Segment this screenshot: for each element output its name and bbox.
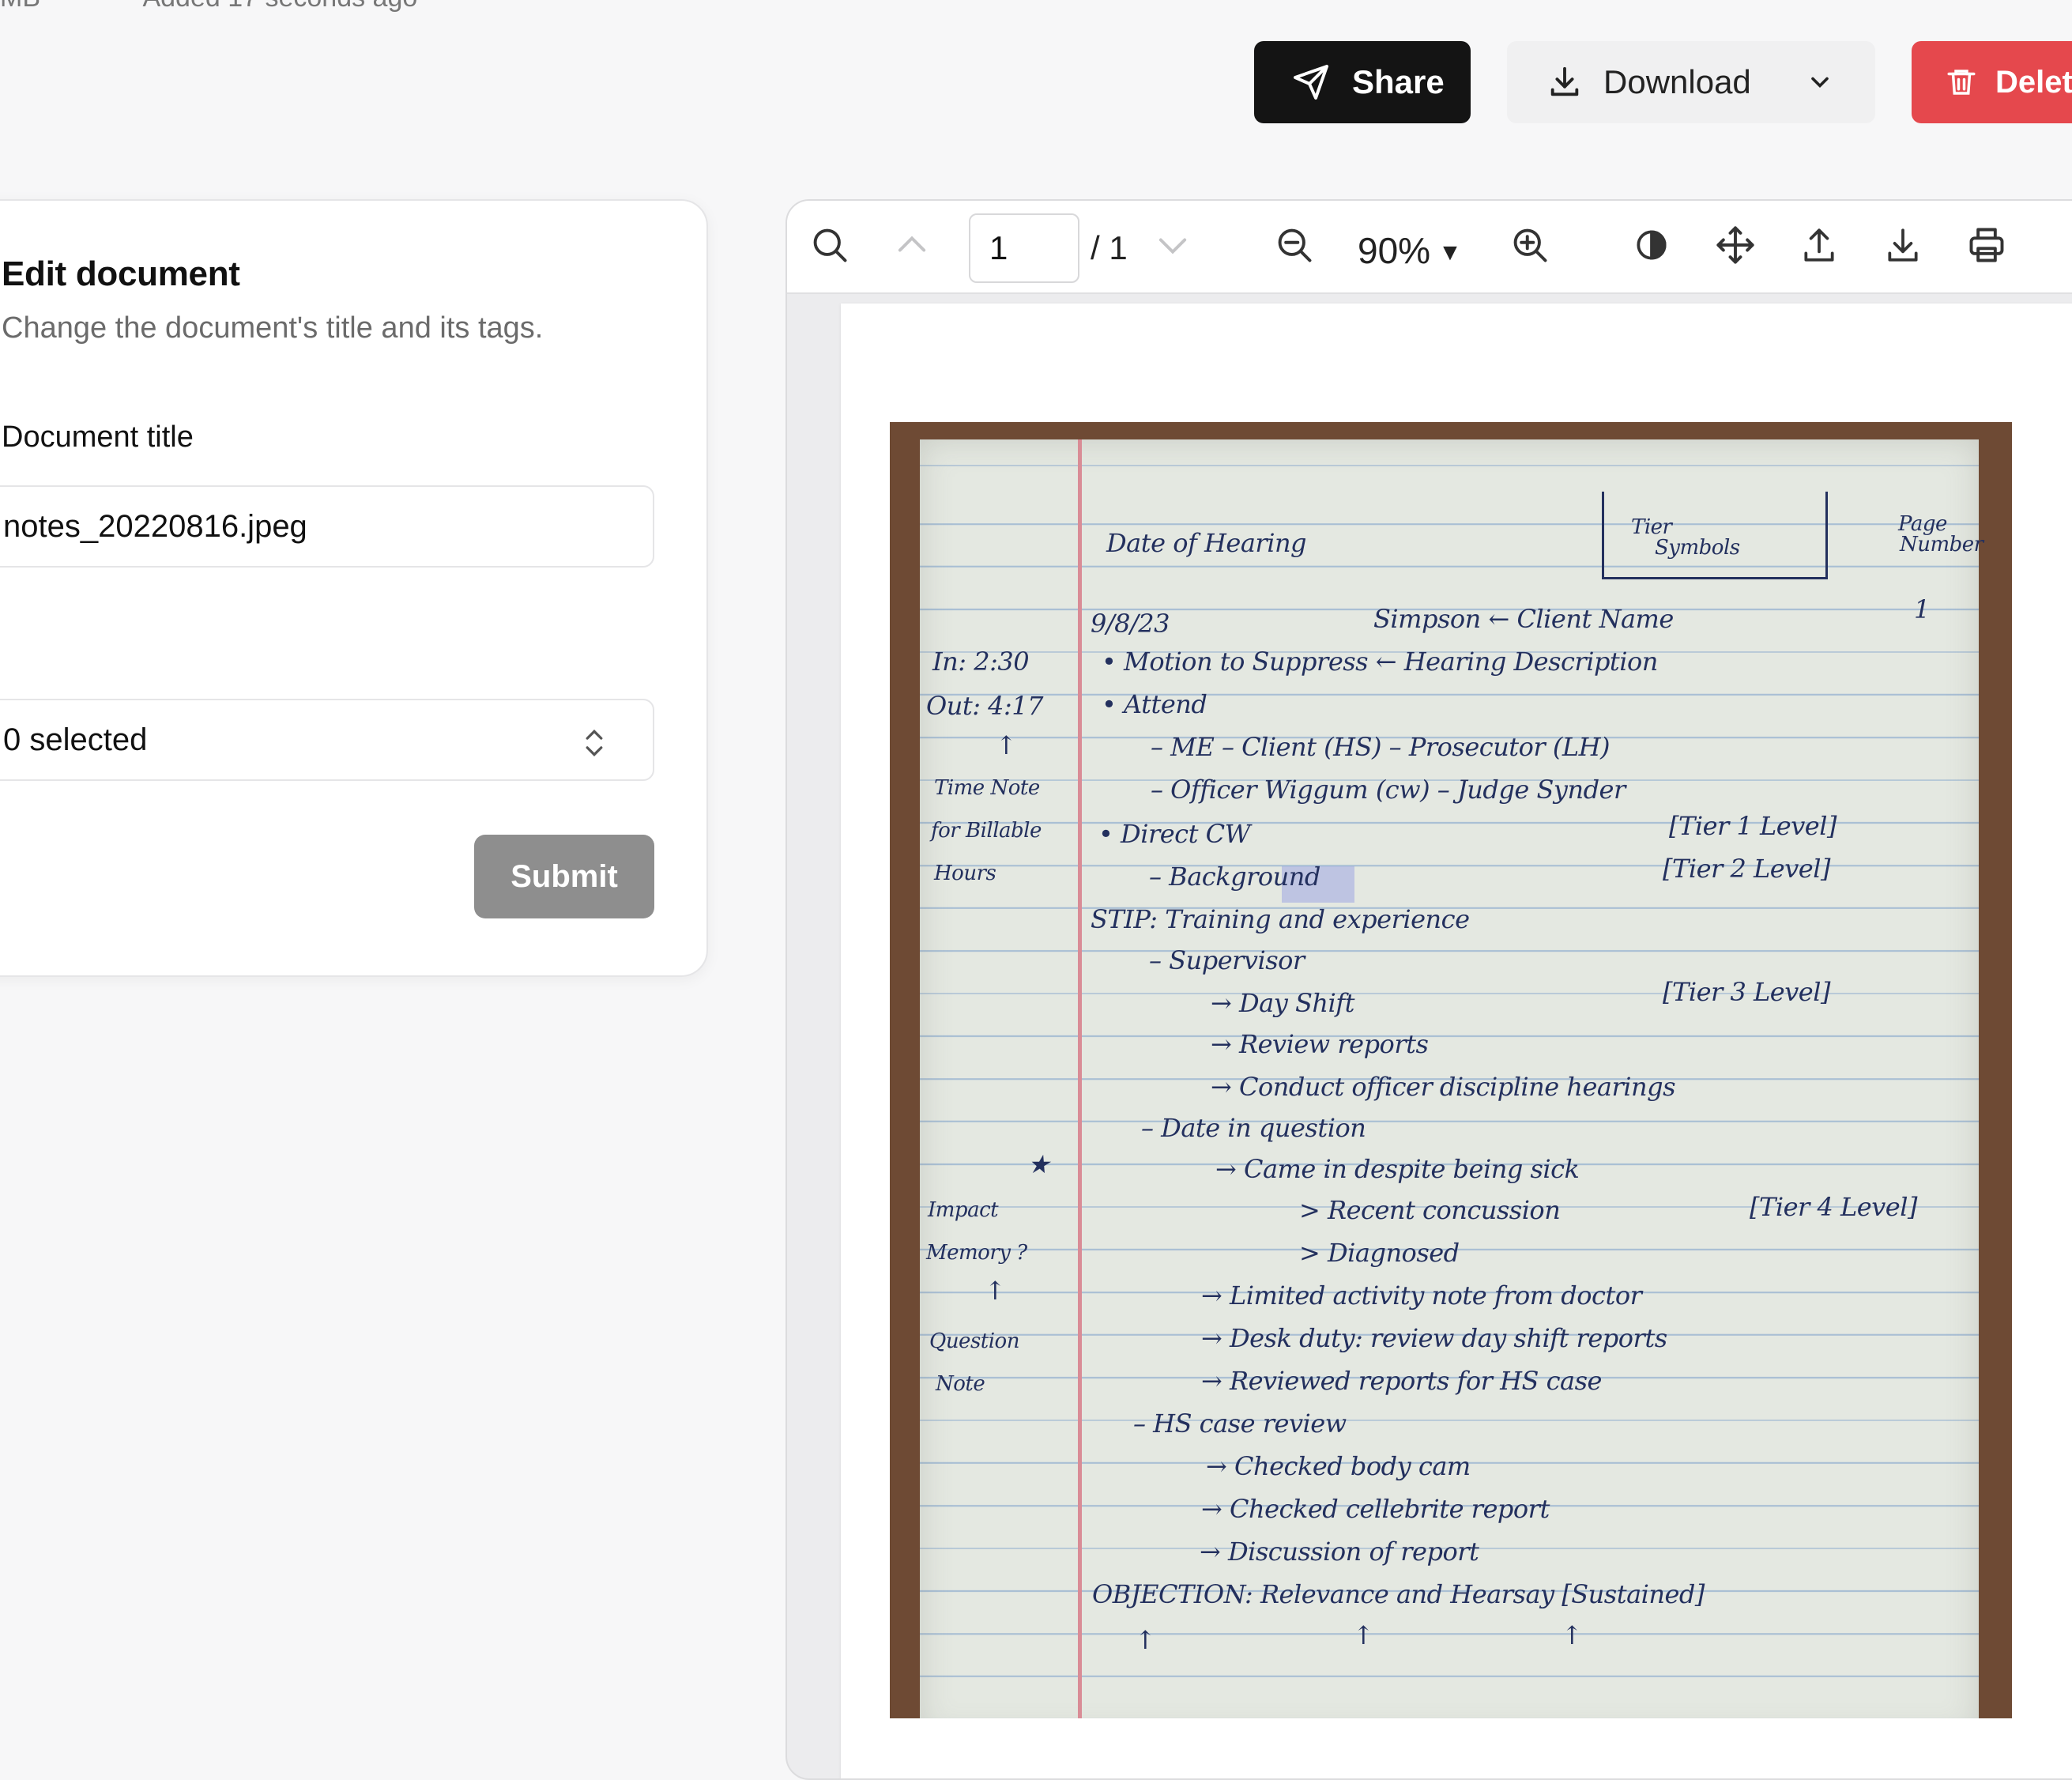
card-title: Edit document [2, 255, 240, 293]
download-button[interactable]: Download [1507, 41, 1875, 123]
note-day-shift: → Day Shift [1211, 988, 1354, 1018]
note-time-out: Out: 4:17 [926, 691, 1044, 721]
note-up-arrow-3: ↑ [1135, 1625, 1156, 1655]
note-limited: → Limited activity note from doctor [1201, 1280, 1642, 1310]
note-cellebrite: → Checked cellebrite report [1201, 1494, 1550, 1524]
note-time-note-1: Time Note [934, 776, 1040, 800]
document-page: Date of Hearing Tier Symbols Page Number… [841, 304, 2072, 1778]
note-reviewed: → Reviewed reports for HS case [1201, 1366, 1602, 1396]
page-total: / 1 [1091, 229, 1128, 266]
chevron-up-icon[interactable] [888, 221, 936, 269]
trash-icon [1947, 70, 1976, 95]
search-icon[interactable] [806, 221, 853, 269]
chevron-down-icon[interactable] [1149, 221, 1196, 269]
meta-left: MB [0, 0, 40, 13]
note-date-in-question: – Date in question [1141, 1113, 1366, 1143]
note-stip: STIP: Training and experience [1091, 904, 1470, 934]
document-viewer: / 1 90% ▼ [785, 199, 2072, 1780]
title-label: Document title [2, 420, 194, 454]
document-meta: MB Added 17 seconds ago [0, 0, 417, 13]
print-icon[interactable] [1963, 221, 2010, 269]
document-photo: Date of Hearing Tier Symbols Page Number… [890, 422, 2012, 1718]
delete-label: Delete [1995, 64, 2072, 100]
note-review-reports: → Review reports [1211, 1029, 1429, 1059]
note-hs-review: – HS case review [1133, 1409, 1347, 1439]
note-background: – Background [1149, 862, 1320, 892]
tags-select[interactable]: 0 selected [0, 699, 654, 781]
download-label: Download [1603, 63, 1751, 100]
share-label: Share [1352, 63, 1445, 100]
send-icon [1294, 65, 1328, 100]
note-body-cam: → Checked body cam [1206, 1451, 1471, 1481]
note-page-no: 1 [1914, 594, 1930, 624]
note-date-of-hearing: Date of Hearing [1106, 528, 1307, 558]
title-input[interactable] [0, 485, 654, 568]
move-icon[interactable] [1712, 221, 1759, 269]
note-conduct: → Conduct officer discipline hearings [1211, 1072, 1676, 1102]
note-client: Simpson ← Client Name [1373, 604, 1674, 634]
note-direct: • Direct CW [1098, 819, 1251, 849]
viewer-toolbar: / 1 90% ▼ [787, 201, 2072, 294]
edit-document-card: Edit document Change the document's titl… [0, 199, 708, 977]
note-up-arrow-4: ↑ [1353, 1620, 1374, 1650]
note-time-note-2: for Billable [931, 819, 1042, 843]
share-button[interactable]: Share [1254, 41, 1471, 123]
note-supervisor: – Supervisor [1149, 945, 1305, 975]
card-description: Change the document's title and its tags… [2, 311, 544, 345]
delete-button[interactable]: Delete [1912, 41, 2072, 123]
rotate-icon[interactable] [1628, 221, 1675, 269]
note-motion: • Motion to Suppress ← Hearing Descripti… [1102, 647, 1658, 677]
note-date: 9/8/23 [1091, 609, 1170, 639]
note-tier1: [Tier 1 Level] [1669, 811, 1837, 841]
note-question-2: Note [936, 1372, 985, 1396]
note-desk: → Desk duty: review day shift reports [1201, 1323, 1667, 1353]
note-page-number-2: Number [1900, 533, 1983, 556]
chevron-down-icon[interactable] [1806, 68, 1834, 96]
note-attend: • Attend [1102, 689, 1207, 719]
note-question-1: Question [929, 1329, 1019, 1353]
note-star-icon: ★ [1027, 1149, 1050, 1179]
note-tier4: [Tier 4 Level] [1750, 1192, 1917, 1222]
note-up-arrow-2: ↑ [985, 1276, 1006, 1306]
note-up-arrow-1: ↑ [996, 730, 1017, 760]
zoom-level-select[interactable]: 90% ▼ [1358, 229, 1462, 272]
note-impact-1: Impact [928, 1198, 999, 1222]
note-objection: OBJECTION: Relevance and Hearsay [Sustai… [1092, 1579, 1705, 1609]
submit-button[interactable]: Submit [474, 835, 654, 918]
upload-icon[interactable] [1795, 221, 1843, 269]
note-time-in: In: 2:30 [932, 647, 1030, 677]
note-time-note-3: Hours [934, 862, 996, 885]
note-tier3: [Tier 3 Level] [1663, 977, 1830, 1007]
zoom-level-value: 90% [1358, 230, 1431, 271]
note-impact-2: Memory ? [926, 1241, 1027, 1265]
note-came-in: → Came in despite being sick [1215, 1154, 1580, 1184]
document-actions: Share Download Delete [1254, 41, 2072, 123]
note-tier2: [Tier 2 Level] [1663, 854, 1830, 884]
lined-paper: Date of Hearing Tier Symbols Page Number… [920, 439, 1983, 1718]
note-up-arrow-5: ↑ [1562, 1620, 1583, 1650]
added-timestamp: Added 17 seconds ago [142, 0, 417, 13]
note-recent: > Recent concussion [1299, 1195, 1561, 1225]
zoom-out-icon[interactable] [1271, 221, 1318, 269]
note-tier-symbols-2: Symbols [1655, 536, 1740, 560]
save-icon[interactable] [1879, 221, 1927, 269]
zoom-in-icon[interactable] [1506, 221, 1554, 269]
download-icon [1550, 66, 1579, 96]
updown-icon [586, 730, 603, 756]
note-attendees-1: – ME – Client (HS) – Prosecutor (LH) [1151, 732, 1611, 762]
page-number-input[interactable] [969, 213, 1079, 283]
note-attendees-2: – Officer Wiggum (cw) – Judge Synder [1151, 775, 1626, 805]
note-discussion: → Discussion of report [1200, 1537, 1479, 1567]
caret-down-icon: ▼ [1438, 239, 1462, 266]
tags-select-value: 0 selected [3, 722, 148, 757]
note-diagnosed: > Diagnosed [1299, 1238, 1460, 1268]
margin-rule [1078, 439, 1082, 1718]
